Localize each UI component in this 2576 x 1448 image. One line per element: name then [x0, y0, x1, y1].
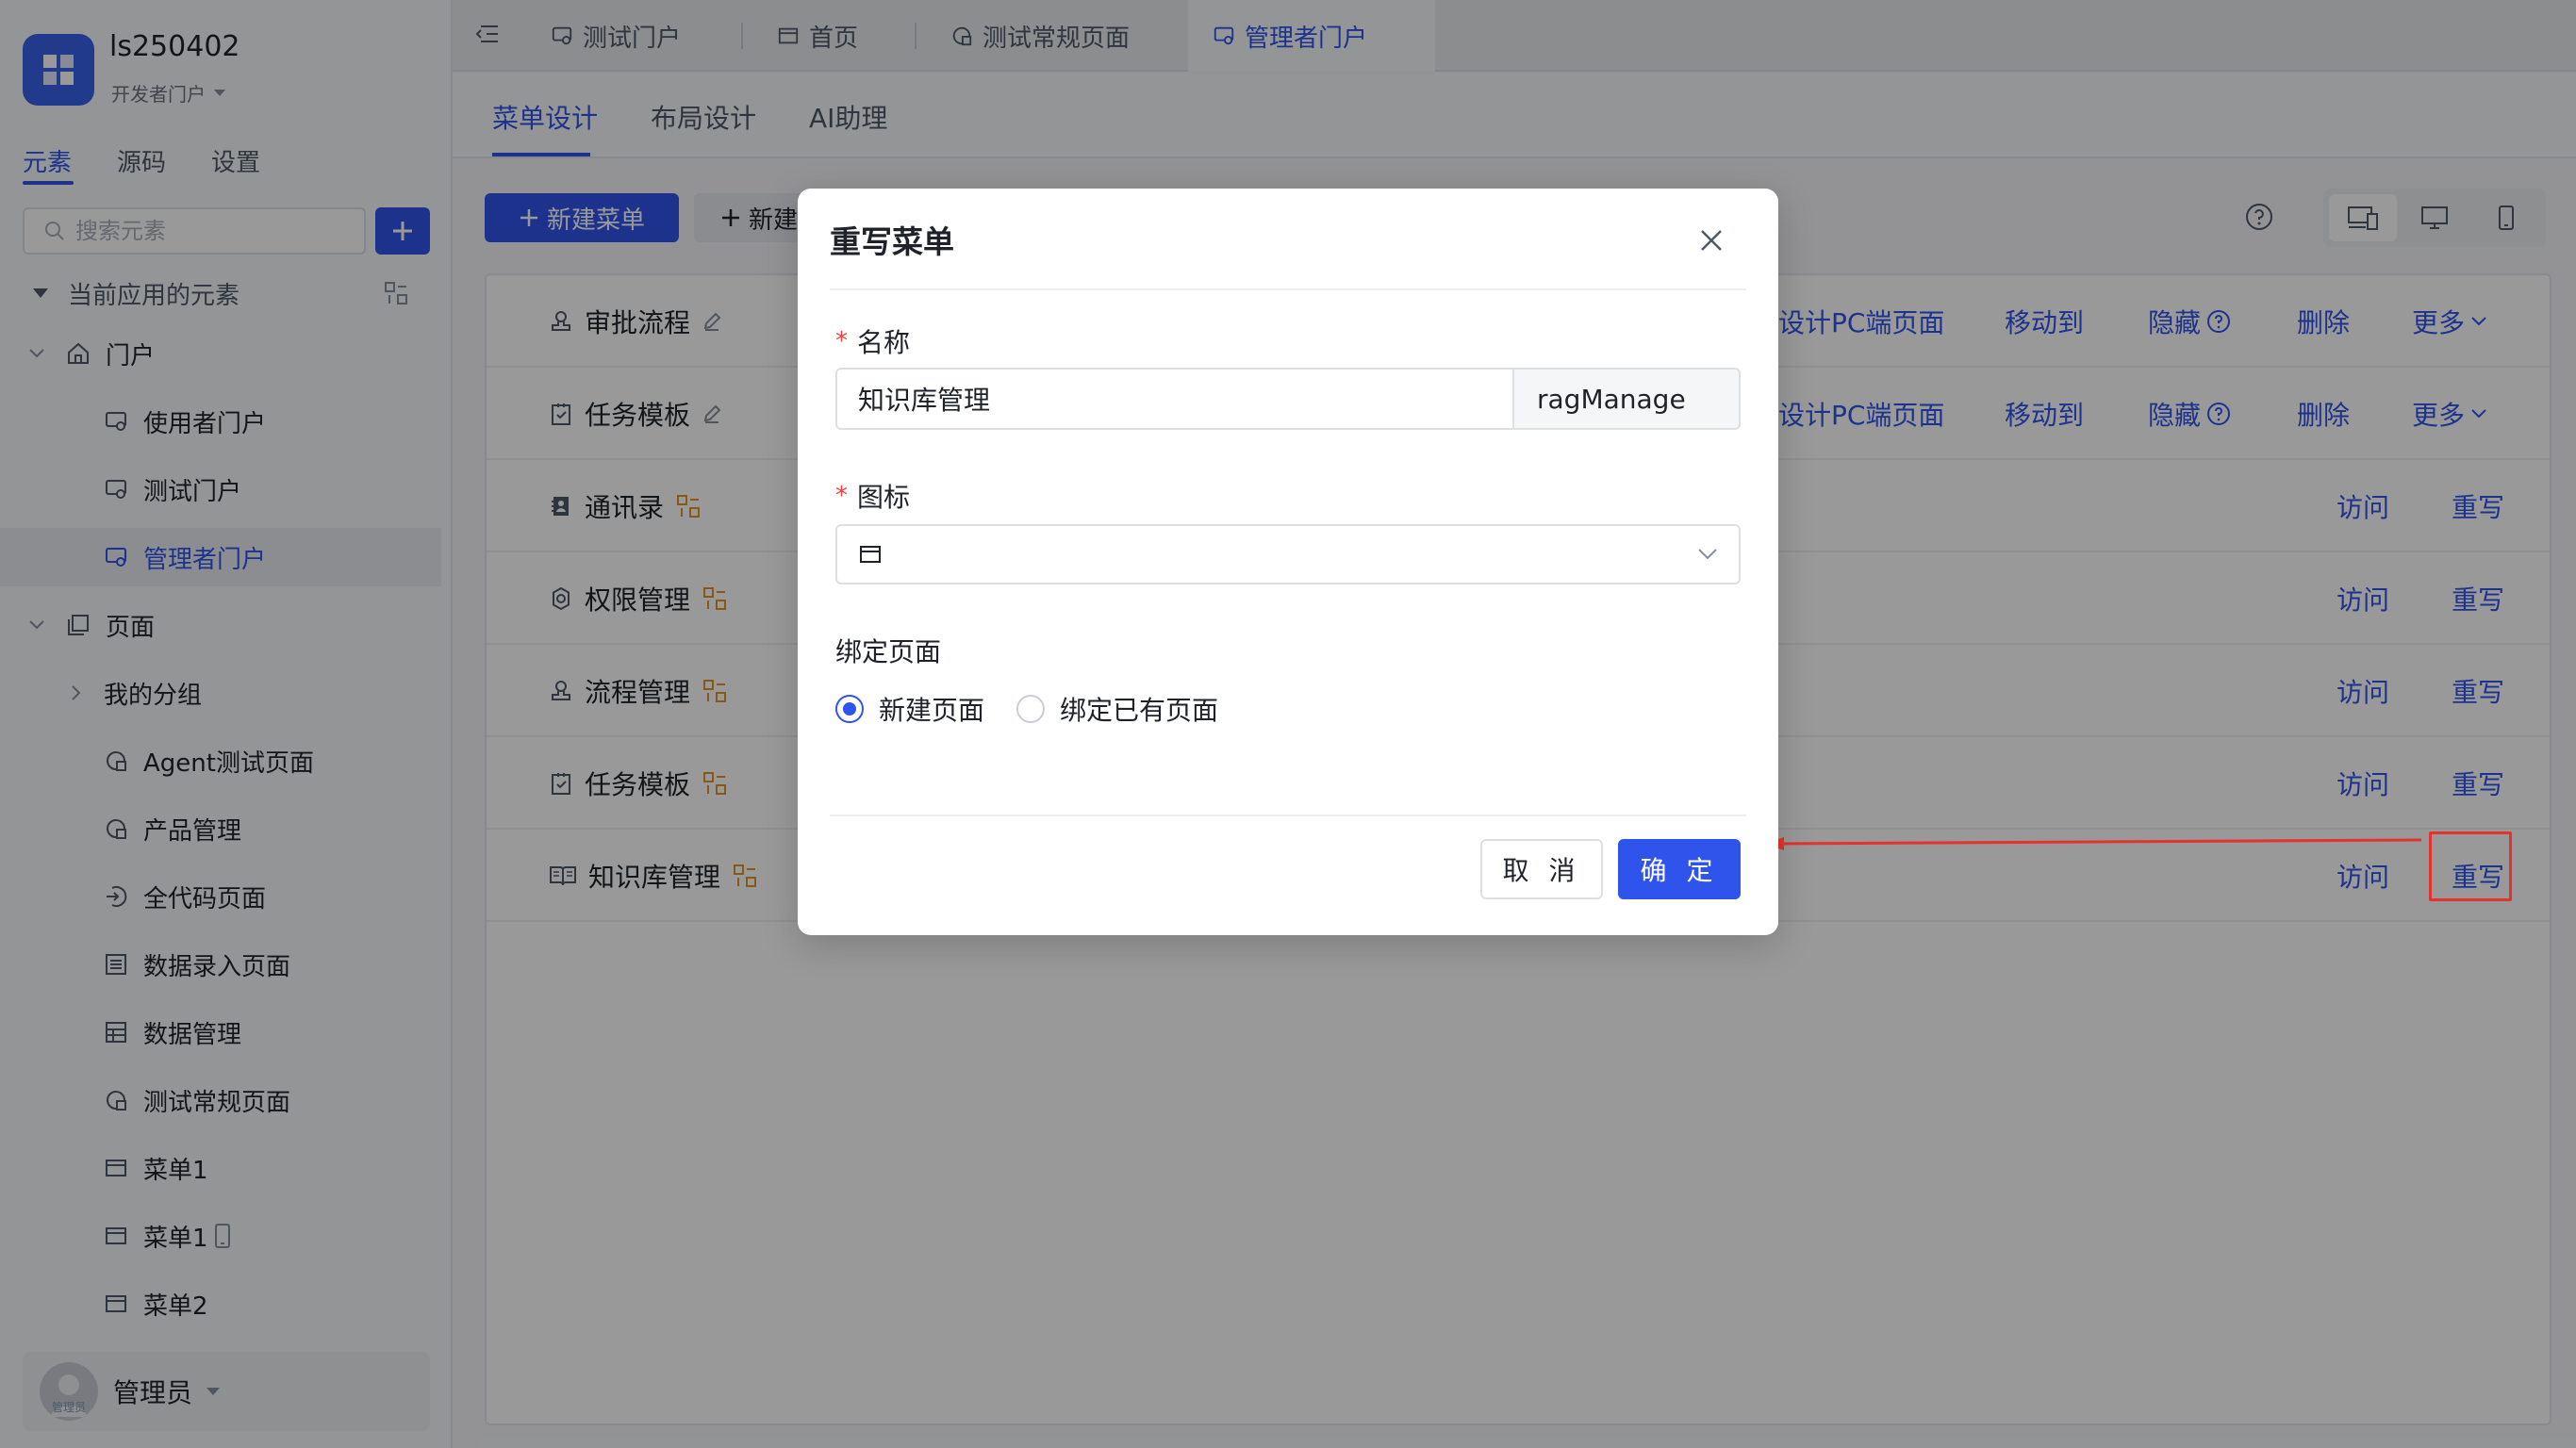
annotation-arrow	[1765, 837, 2422, 850]
required-marker: *	[835, 327, 848, 355]
dialog-footer-divider	[830, 814, 1746, 816]
icon-select[interactable]	[835, 524, 1741, 584]
dialog-title: 重写菜单	[830, 223, 954, 260]
icon-label-text: 图标	[857, 482, 911, 513]
radio-dot	[835, 695, 864, 723]
icon-label: * 图标	[835, 477, 910, 515]
radio-dot	[1016, 695, 1045, 723]
cancel-button[interactable]: 取 消	[1480, 839, 1603, 899]
menu-name-input[interactable]: 知识库管理	[837, 370, 1512, 428]
avatar-label: 管理员	[51, 1401, 86, 1414]
rewrite-highlight-box	[2429, 831, 2512, 901]
name-label-text: 名称	[857, 327, 911, 358]
window-icon	[858, 542, 883, 567]
dialog-header-divider	[830, 288, 1746, 290]
radio-existing-page[interactable]: 绑定已有页面	[1016, 690, 1218, 728]
confirm-button[interactable]: 确 定	[1618, 839, 1741, 899]
radio-existing-page-label: 绑定已有页面	[1060, 695, 1219, 726]
rewrite-menu-dialog: 重写菜单 * 名称 知识库管理 ragManage * 图标 绑定页面 新建页面…	[798, 189, 1778, 935]
required-marker: *	[835, 482, 848, 510]
close-icon[interactable]	[1690, 219, 1733, 262]
chevron-down-icon	[1697, 548, 1718, 561]
radio-new-page-label: 新建页面	[879, 695, 985, 726]
name-label: * 名称	[835, 322, 910, 360]
radio-new-page[interactable]: 新建页面	[835, 690, 984, 728]
bind-page-label: 绑定页面	[835, 636, 942, 667]
menu-code-input[interactable]: ragManage	[1512, 370, 1739, 428]
menu-name-field: 知识库管理 ragManage	[835, 368, 1741, 430]
